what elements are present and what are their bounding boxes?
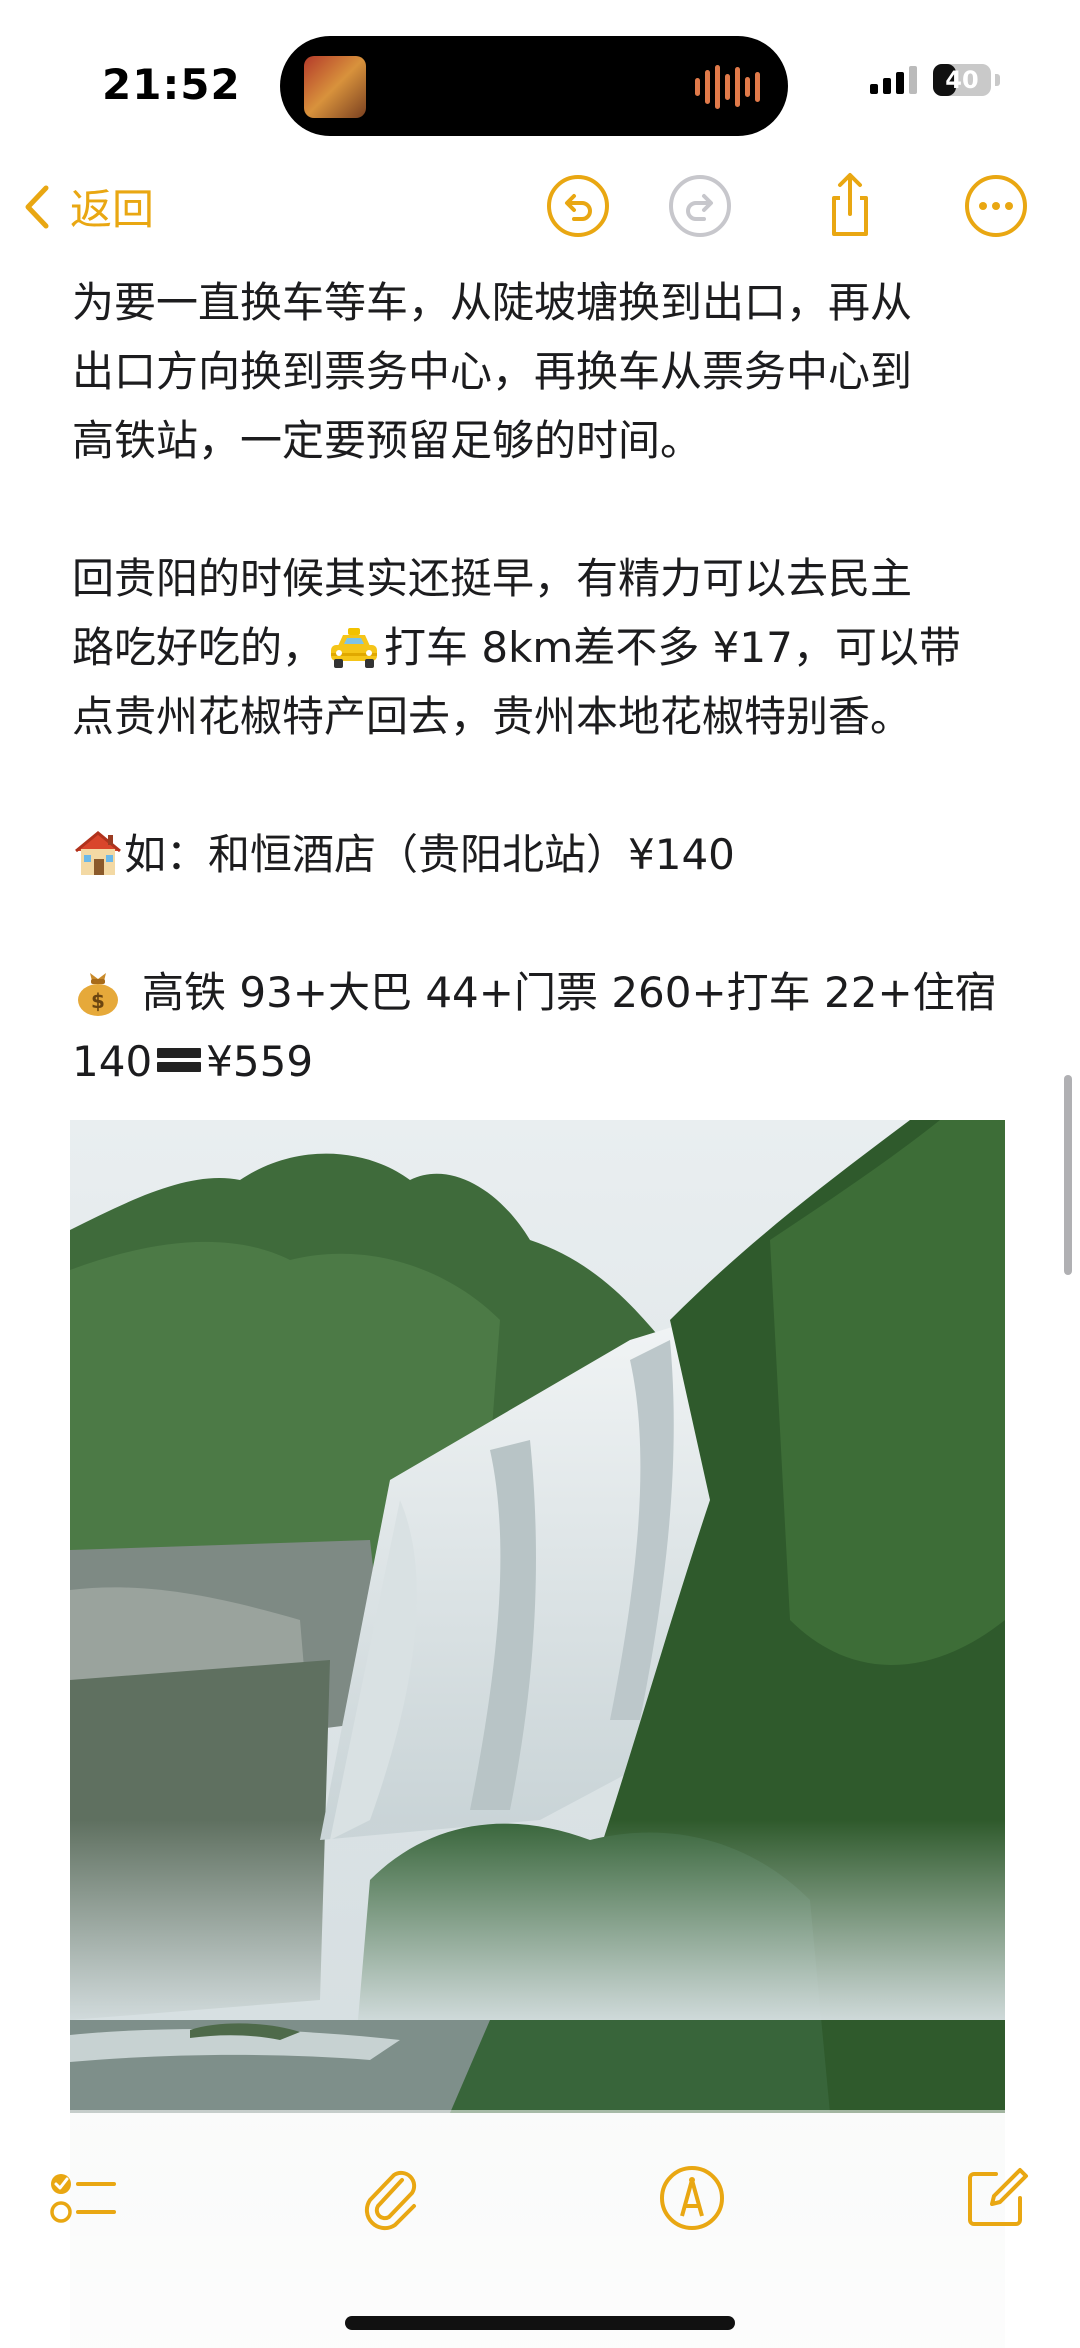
home-indicator[interactable] [345,2316,735,2330]
svg-text:$: $ [91,989,105,1013]
markup-icon [660,2166,724,2230]
more-button[interactable] [960,170,1032,242]
status-indicators: 40 [870,64,1000,96]
redo-icon [669,175,731,237]
equals-icon [157,1048,202,1072]
attachment-button[interactable] [352,2160,428,2236]
scroll-indicator[interactable] [1064,1075,1072,1275]
note-line: 出口方向换到票务中心，再换车从票务中心到 [72,347,913,396]
note-line: 点贵州花椒特产回去，贵州本地花椒特别香。 [72,692,913,741]
battery-level: 40 [945,66,979,94]
attachment-icon [364,2170,417,2231]
waterfall-photo[interactable] [70,1120,1005,2113]
back-label: 返回 [70,185,155,234]
audio-waveform-icon [695,64,760,110]
battery-icon: 40 [933,64,991,96]
text-span: 如：和恒酒店（贵阳北站）¥140 [124,830,735,879]
chevron-left-icon [25,185,49,228]
redo-button[interactable] [664,170,736,242]
taxi-icon [331,628,378,668]
cellular-signal-icon [870,66,917,94]
share-button[interactable] [814,170,886,242]
waterfall-illustration [70,1120,1005,2113]
undo-button[interactable] [542,170,614,242]
checklist-button[interactable] [44,2160,120,2236]
text-span: 140 [72,1037,153,1086]
undo-icon [547,175,609,237]
markup-button[interactable] [654,2160,730,2236]
note-line: 如：和恒酒店（贵阳北站）¥140 [72,820,1012,889]
house-icon [75,831,121,875]
note-line: 高铁站，一定要预留足够的时间。 [72,416,703,465]
money-bag-icon: $ [78,973,118,1016]
note-line: $ 高铁 93+大巴 44+门票 260+打车 22+住宿 [72,958,1012,1027]
share-icon [832,173,868,236]
note-body[interactable]: 为要一直换车等车，从陡坡塘换到出口，再从 出口方向换到票务中心，再换车从票务中心… [72,268,1012,1096]
battery-tip [995,74,1000,86]
compose-icon [968,2168,1028,2226]
note-line: 140 ¥559 [72,1027,1012,1096]
status-time: 21:52 [102,60,241,109]
checklist-icon [50,2174,116,2223]
album-art-icon [304,56,366,118]
more-icon [965,175,1027,237]
text-span: 打车 8km差不多 ¥17，可以带 [384,623,961,672]
dynamic-island[interactable] [280,36,788,136]
text-span: 路吃好吃的， [72,623,325,672]
compose-button[interactable] [958,2160,1034,2236]
note-line: 路吃好吃的， 打车 8km差不多 ¥17，可以带 [72,613,1012,682]
note-line: 回贵阳的时候其实还挺早，有精力可以去民主 [72,554,913,603]
back-button[interactable]: 返回 [22,176,154,237]
note-line: 为要一直换车等车，从陡坡塘换到出口，再从 [72,278,913,327]
text-span: ¥559 [206,1037,314,1086]
bottom-toolbar [0,2110,1080,2348]
text-span: 高铁 93+大巴 44+门票 260+打车 22+住宿 [142,968,997,1017]
